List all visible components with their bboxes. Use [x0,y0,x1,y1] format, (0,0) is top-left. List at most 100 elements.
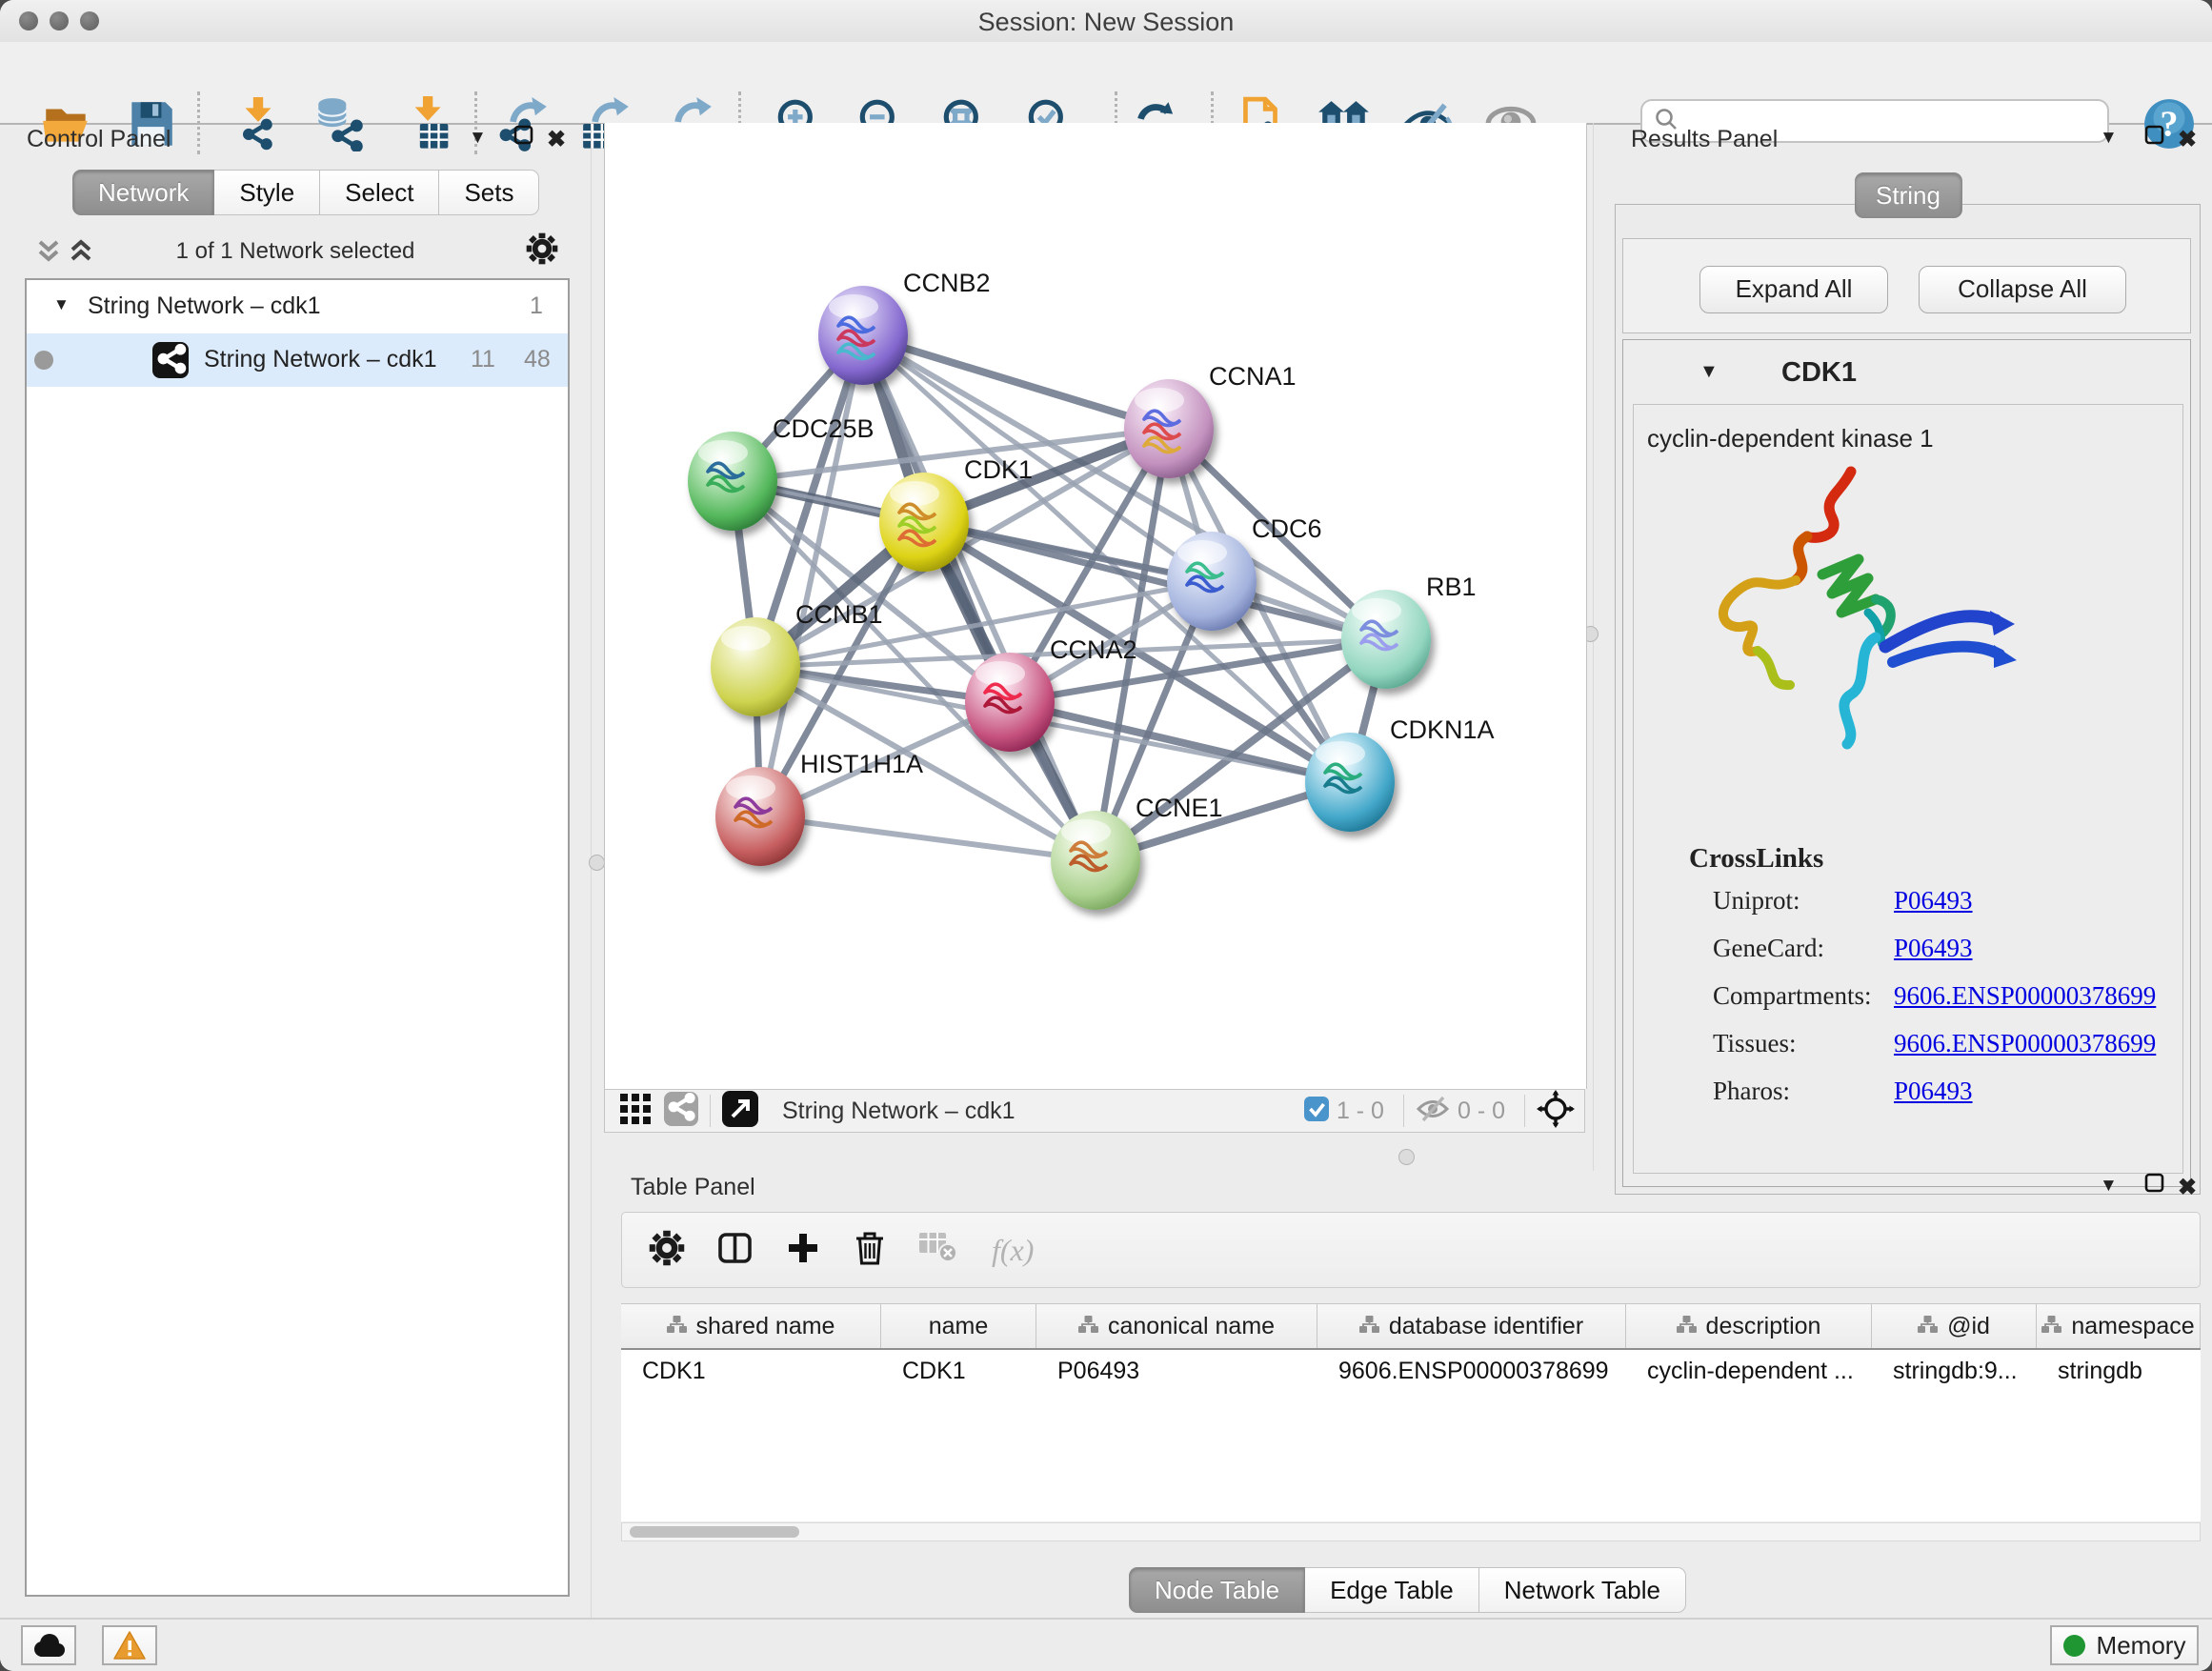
detach-view-icon[interactable] [722,1091,758,1132]
memory-button[interactable]: Memory [2050,1625,2199,1665]
collapse-all-button[interactable]: Collapse All [1919,266,2126,313]
column-header-name[interactable]: name [881,1304,1036,1348]
table-panel-menu-icon[interactable]: ▼ [2100,1176,2118,1197]
function-builder-icon: f(x) [992,1233,1034,1268]
expand-all-icon[interactable] [67,236,95,272]
selected-checkbox-icon[interactable] [1304,1097,1329,1126]
grid-view-icon[interactable] [620,1094,651,1129]
network-node-CDKN1A[interactable]: CDKN1A [1305,715,1495,832]
collapse-all-icon[interactable] [34,236,63,272]
network-node-RB1[interactable]: RB1 [1341,573,1477,689]
tab-network[interactable]: Network [72,170,214,215]
hidden-eye-icon [1416,1096,1450,1127]
crosslink-link[interactable]: P06493 [1894,934,1973,963]
table-cell[interactable]: stringdb [2037,1358,2201,1385]
results-panel-close-icon[interactable]: ✖ [2178,126,2197,153]
entry-gene-name: CDK1 [1781,357,1857,389]
show-columns-icon[interactable] [717,1230,754,1271]
tab-edge-table[interactable]: Edge Table [1305,1567,1479,1613]
network-node-count: 11 [471,346,495,373]
column-header--id[interactable]: @id [1872,1304,2037,1348]
table-panel-float-icon[interactable] [2143,1172,2166,1199]
table-cell[interactable]: CDK1 [621,1358,881,1385]
table-cell[interactable]: CDK1 [881,1358,1036,1385]
bottom-splitter-handle[interactable] [1398,1149,1415,1165]
network-edge [1010,702,1350,782]
crosslink-link[interactable]: 9606.ENSP00000378699 [1894,981,2156,1011]
table-panel-close-icon[interactable]: ✖ [2178,1174,2197,1201]
column-tree-icon [1677,1313,1697,1340]
network-collection-count: 1 [530,292,543,320]
results-panel-float-icon[interactable] [2143,124,2166,151]
control-panel-menu-icon[interactable]: ▼ [469,128,487,149]
window-title: Session: New Session [0,8,2212,37]
node-label: CDK1 [964,455,1033,484]
scrollbar-thumb[interactable] [630,1526,799,1538]
column-header-database-identifier[interactable]: database identifier [1317,1304,1626,1348]
node-label: CCNB2 [903,269,991,297]
string-network-icon [152,342,189,385]
column-header-canonical-name[interactable]: canonical name [1036,1304,1317,1348]
tab-sets[interactable]: Sets [439,170,539,215]
column-header-namespace[interactable]: namespace [2037,1304,2201,1348]
tab-node-table[interactable]: Node Table [1129,1567,1305,1613]
crosslinks-list: Uniprot: P06493GeneCard: P06493Compartme… [1713,886,2170,1124]
tree-expander-icon[interactable]: ▼ [53,295,70,314]
network-node-CDC6[interactable]: CDC6 [1167,514,1322,631]
import-network-file-icon[interactable] [231,96,286,151]
delete-column-icon[interactable] [853,1230,887,1271]
node-label: CCNA2 [1050,635,1137,664]
network-canvas[interactable]: CCNB2 CCNA1 CDC25B CDK1 CDC6 RB1 CCNB1 C… [604,123,1587,1089]
left-splitter-handle[interactable] [589,855,605,871]
crosslink-link[interactable]: P06493 [1894,886,1973,916]
results-buttons-box: Expand All Collapse All [1622,238,2191,333]
column-tree-icon [1078,1313,1098,1340]
results-panel-menu-icon[interactable]: ▼ [2100,128,2118,149]
crosslink-row: Pharos: P06493 [1713,1077,2170,1124]
birdseye-icon[interactable] [1537,1090,1575,1133]
table-cell[interactable]: cyclin-dependent ... [1626,1358,1872,1385]
network-node-CCNB1[interactable]: CCNB1 [711,600,883,716]
tab-network-table[interactable]: Network Table [1479,1567,1686,1613]
results-entry-card: cyclin-dependent kinase 1 CrossLinks Uni… [1633,404,2183,1174]
table-tabs: Node TableEdge TableNetwork Table [1129,1567,1686,1613]
import-table-icon[interactable] [397,96,452,151]
network-overview-icon[interactable] [664,1092,698,1131]
tab-string[interactable]: String [1855,172,1962,218]
gear-icon[interactable] [526,232,558,270]
tab-select[interactable]: Select [320,170,439,215]
cloud-icon[interactable] [21,1625,76,1665]
column-header-shared-name[interactable]: shared name [621,1304,881,1348]
crosslinks-heading: CrossLinks [1689,843,1823,875]
network-status-dot [34,351,53,370]
table-cell[interactable]: 9606.ENSP00000378699 [1317,1358,1626,1385]
network-node-HIST1H1A[interactable]: HIST1H1A [715,750,923,866]
control-panel-float-icon[interactable] [513,124,535,151]
add-column-icon[interactable] [786,1231,820,1270]
entry-expander-icon[interactable]: ▼ [1699,361,1719,383]
import-network-database-icon[interactable] [311,96,366,151]
hidden-counts: 0 - 0 [1458,1097,1505,1125]
main-toolbar: ? [0,42,2212,125]
column-tree-icon [667,1313,687,1340]
crosslink-label: Tissues: [1713,1029,1797,1058]
table-horizontal-scrollbar[interactable] [621,1522,2201,1541]
gear-icon[interactable] [649,1230,685,1271]
network-collection-row[interactable]: ▼ String Network – cdk1 1 [27,280,568,333]
network-node-CCNA1[interactable]: CCNA1 [1124,362,1297,478]
control-panel-close-icon[interactable]: ✖ [547,126,566,153]
crosslink-link[interactable]: 9606.ENSP00000378699 [1894,1029,2156,1058]
node-label: CDC25B [773,414,875,443]
network-node-CDK1[interactable]: CDK1 [879,455,1033,572]
tab-style[interactable]: Style [214,170,320,215]
table-cell[interactable]: P06493 [1036,1358,1317,1385]
table-header-row: shared namenamecanonical namedatabase id… [621,1304,2201,1350]
warning-icon[interactable] [102,1625,157,1665]
table-cell[interactable]: stringdb:9... [1872,1358,2037,1385]
crosslink-link[interactable]: P06493 [1894,1077,1973,1106]
column-header-description[interactable]: description [1626,1304,1872,1348]
network-row[interactable]: String Network – cdk1 11 48 [27,333,568,387]
expand-all-button[interactable]: Expand All [1699,266,1888,313]
control-panel-tabs: NetworkStyleSelectSets [72,170,539,215]
table-row[interactable]: CDK1CDK1P064939606.ENSP00000378699cyclin… [621,1350,2201,1392]
